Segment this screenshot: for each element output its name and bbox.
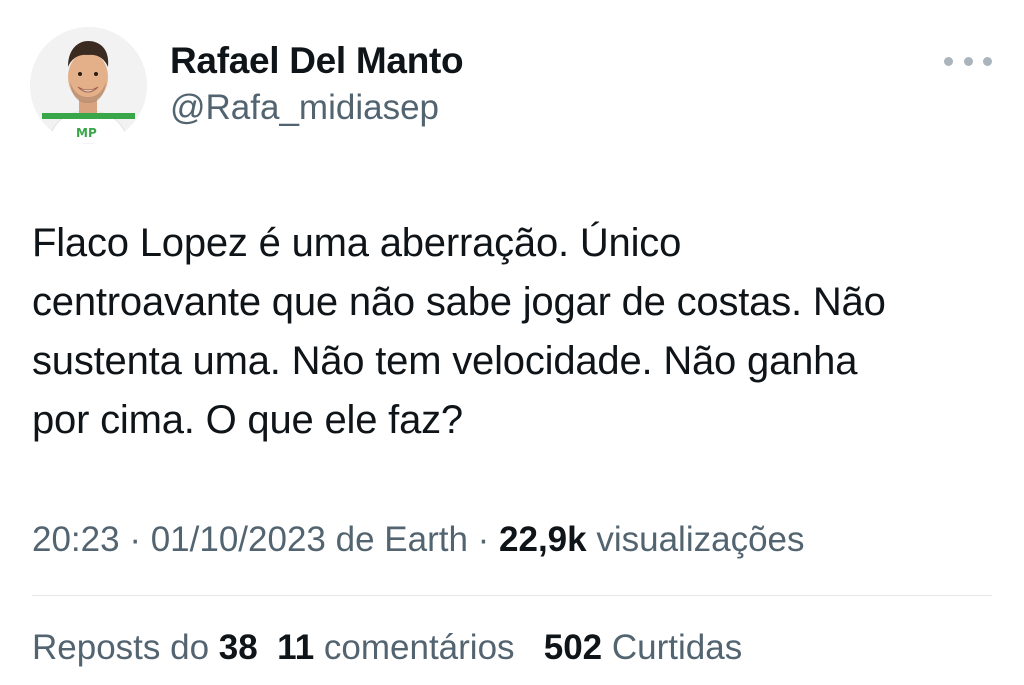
views-label[interactable]: visualizações [587, 520, 804, 559]
likes-label: Curtidas [602, 628, 743, 667]
likes-stat[interactable]: 502 Curtidas [544, 628, 742, 667]
tweet-metadata: 20:23 · 01/10/2023 de Earth · 22,9k visu… [32, 520, 805, 560]
tweet-card: MP Rafael Del Manto @Rafa_midiasep Flaco… [0, 0, 1024, 685]
meta-separator: · [467, 520, 500, 559]
reposts-label: Reposts do [32, 628, 219, 667]
views-count[interactable]: 22,9k [499, 520, 587, 559]
comments-stat[interactable]: 11 comentários [277, 628, 514, 667]
tweet-date[interactable]: 01/10/2023 [151, 520, 326, 559]
avatar-badge-text: MP [76, 126, 97, 140]
author-name[interactable]: Rafael Del Manto [170, 40, 464, 82]
comments-label: comentários [314, 628, 515, 667]
tweet-source: Earth [384, 520, 468, 559]
divider [32, 595, 992, 596]
more-horizontal-icon-dot [983, 56, 992, 66]
more-horizontal-icon-dot [963, 56, 973, 66]
tweet-text: Flaco Lopez é uma aberração. Único centr… [32, 221, 886, 442]
reposts-count: 38 [218, 628, 258, 667]
reposts-stat[interactable]: Reposts do 38 [32, 628, 258, 667]
meta-separator: · [119, 520, 151, 559]
avatar-image: MP [30, 27, 147, 144]
source-prefix: de [325, 520, 385, 559]
author-handle[interactable]: @Rafa_midiasep [170, 88, 439, 128]
engagement-stats: Reposts do 38 11 comentários 502 Curtida… [32, 628, 742, 668]
tweet-time[interactable]: 20:23 [32, 520, 120, 559]
likes-count: 502 [543, 628, 603, 667]
more-options-button[interactable] [944, 48, 992, 74]
comments-count: 11 [277, 628, 315, 667]
more-horizontal-icon [944, 56, 953, 66]
author-avatar[interactable]: MP [30, 27, 147, 144]
